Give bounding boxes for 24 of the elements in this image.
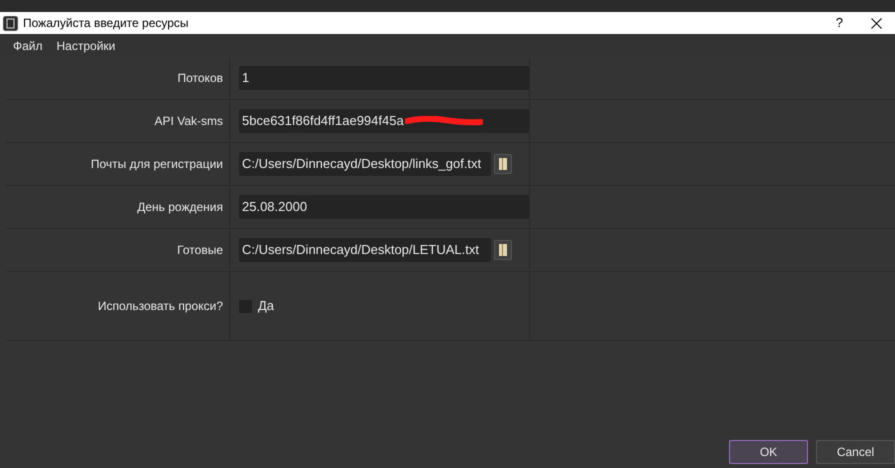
- browse-button[interactable]: [494, 240, 512, 260]
- book-icon: [499, 158, 507, 170]
- checkbox-label: Да: [258, 297, 274, 316]
- input-field[interactable]: 25.08.2000: [239, 195, 529, 219]
- input-field[interactable]: C:/Users/Dinnecayd/Desktop/links_gof.txt: [239, 152, 491, 176]
- field-label: День рождения: [137, 199, 223, 216]
- field-label: Потоков: [177, 70, 223, 87]
- dialog-button[interactable]: Cancel: [816, 440, 895, 464]
- dialog-button[interactable]: OK: [729, 440, 808, 464]
- input-field[interactable]: 1: [239, 66, 529, 90]
- help-button[interactable]: ?: [836, 13, 843, 33]
- field-label: Использовать прокси?: [98, 298, 223, 315]
- browse-button[interactable]: [494, 154, 512, 174]
- menu-item[interactable]: Настройки: [56, 36, 116, 54]
- menu-item[interactable]: Файл: [13, 36, 43, 54]
- app-icon: [3, 16, 18, 30]
- field-label: Готовые: [177, 242, 223, 259]
- input-field[interactable]: 5bce631f86fd4ff1ae994f45a: [239, 109, 529, 133]
- field-label: Почты для регистрации: [90, 156, 223, 173]
- window-title: Пожалуйста введите ресурсы: [23, 15, 189, 32]
- field-label: API Vak-sms: [154, 113, 223, 130]
- close-icon[interactable]: [871, 18, 882, 28]
- input-field[interactable]: C:/Users/Dinnecayd/Desktop/LETUAL.txt: [239, 238, 491, 262]
- book-icon: [499, 244, 507, 256]
